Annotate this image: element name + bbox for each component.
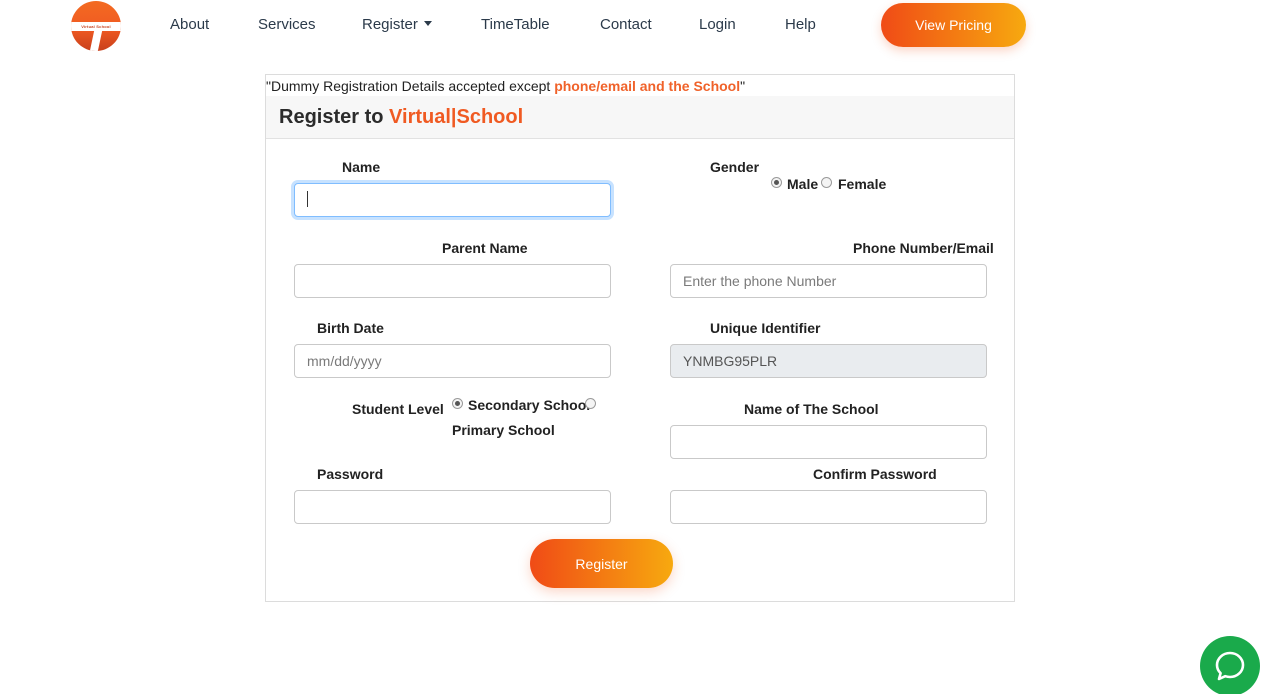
- registration-notice: "Dummy Registration Details accepted exc…: [266, 77, 745, 95]
- view-pricing-button[interactable]: View Pricing: [881, 3, 1026, 47]
- notice-suffix: ": [740, 78, 746, 94]
- notice-prefix: "Dummy Registration Details accepted exc…: [266, 78, 555, 94]
- school-name-input[interactable]: [670, 425, 987, 459]
- chat-widget-button[interactable]: [1200, 636, 1260, 694]
- school-name-label: Name of The School: [744, 401, 879, 417]
- virtual-school-logo[interactable]: Virtual School: [71, 1, 121, 51]
- level-primary-label: Primary School: [452, 422, 555, 438]
- level-primary-radio[interactable]: [585, 398, 596, 409]
- gender-female-radio[interactable]: [821, 177, 832, 188]
- name-label: Name: [342, 159, 381, 175]
- unique-identifier-field: [670, 344, 987, 378]
- parent-name-label: Parent Name: [442, 240, 528, 256]
- title-prefix: Register to: [279, 106, 390, 128]
- unique-identifier-label: Unique Identifier: [710, 320, 821, 336]
- page-title: Register to Virtual|School: [279, 105, 523, 129]
- parent-name-input[interactable]: [294, 264, 611, 298]
- gender-label: Gender: [710, 159, 760, 175]
- chat-bubble-icon: [1215, 651, 1245, 681]
- notice-highlight: phone/email and the School: [554, 78, 741, 94]
- navbar: Virtual School About Services Register T…: [0, 0, 1273, 52]
- password-label: Password: [317, 466, 384, 482]
- nav-help[interactable]: Help: [785, 16, 816, 34]
- name-input[interactable]: [294, 183, 611, 217]
- register-submit-button[interactable]: Register: [530, 539, 673, 588]
- nav-register-label: Register: [362, 16, 418, 33]
- caret-down-icon: [423, 21, 432, 26]
- nav-login[interactable]: Login: [699, 16, 736, 34]
- gender-male-radio[interactable]: [771, 177, 782, 188]
- gender-male-label: Male: [787, 176, 819, 192]
- gender-female-label: Female: [838, 176, 887, 192]
- nav-about[interactable]: About: [170, 16, 209, 34]
- card-header: Register to Virtual|School: [266, 96, 1014, 139]
- nav-register-dropdown[interactable]: Register: [362, 16, 432, 34]
- password-input[interactable]: [294, 490, 611, 524]
- birth-date-input[interactable]: [294, 344, 611, 378]
- nav-timetable[interactable]: TimeTable: [481, 16, 550, 34]
- birth-date-label: Birth Date: [317, 320, 384, 336]
- confirm-password-label: Confirm Password: [813, 466, 937, 482]
- phone-email-input[interactable]: [670, 264, 987, 298]
- student-level-label: Student Level: [352, 401, 444, 417]
- level-secondary-radio[interactable]: [452, 398, 463, 409]
- nav-services[interactable]: Services: [258, 16, 316, 34]
- phone-email-label: Phone Number/Email: [853, 240, 994, 256]
- confirm-password-input[interactable]: [670, 490, 987, 524]
- level-secondary-label: Secondary School: [468, 397, 591, 413]
- nav-contact[interactable]: Contact: [600, 16, 652, 34]
- text-cursor: [307, 191, 308, 207]
- title-brand: Virtual|School: [389, 106, 524, 128]
